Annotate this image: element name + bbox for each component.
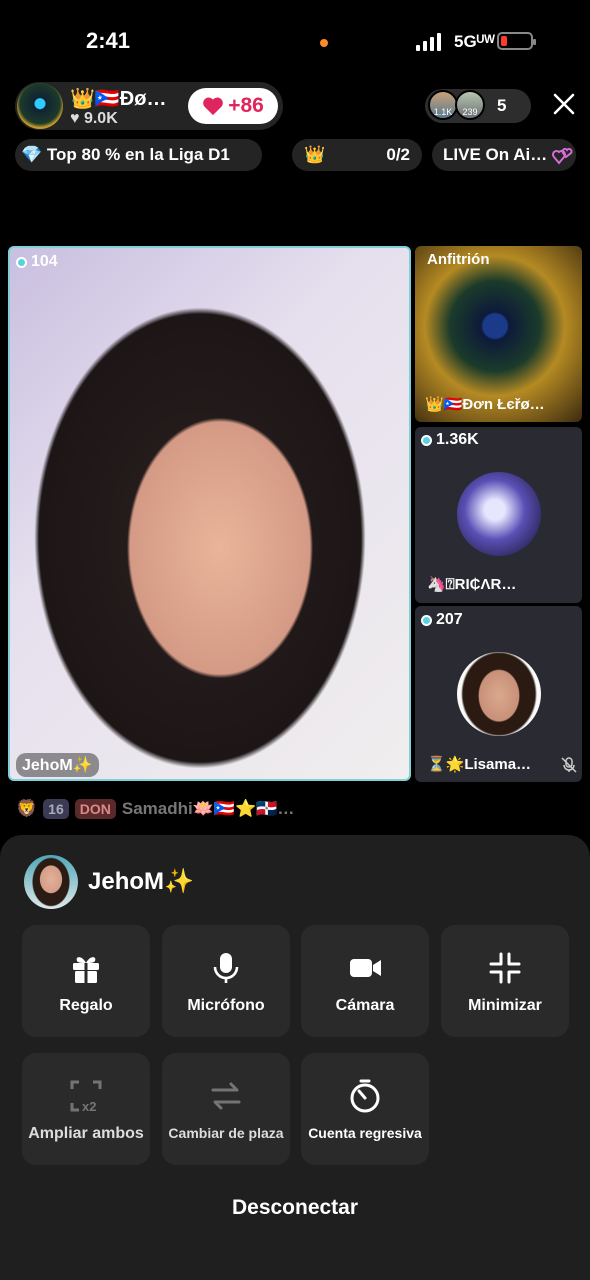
heart-count: +86 [228, 94, 264, 117]
mic-muted-icon [561, 757, 577, 773]
hearts-icon [552, 148, 573, 165]
level-badge: 16 [43, 799, 69, 819]
gem-icon [421, 434, 432, 446]
main-guest-video[interactable]: 104 JehoM✨ [8, 246, 411, 781]
crown-progress: 0/2 [386, 145, 410, 164]
host-tile-label: Anfitrión [427, 251, 490, 268]
guest-avatar [457, 472, 541, 556]
microphone-icon [213, 952, 239, 983]
microphone-label: Micrófono [187, 996, 265, 1014]
follow-heart-button[interactable]: +86 [188, 88, 278, 124]
gem-icon [16, 256, 27, 268]
network-label: 5Gᵁᵂ [454, 32, 495, 51]
badges-text: Samadhi🪷🇵🇷⭐🇩🇴… [121, 799, 295, 818]
countdown-button[interactable]: Cuenta regresiva [301, 1053, 429, 1165]
gem-icon [421, 614, 432, 626]
guest-tile-3-count: 207 [421, 611, 463, 629]
league-rank-chip[interactable]: 💎 Top 80 % en la Liga D1 [15, 139, 262, 171]
swap-arrows-icon [211, 1082, 241, 1109]
timer-icon [350, 1079, 380, 1112]
host-video-tile[interactable]: Anfitrión 👑🇵🇷Đơn Łєřø… [415, 246, 582, 422]
viewer-avatar-label: 239 [462, 107, 478, 117]
guest-tile-2-name: 🦄⍰RI₵ΛR… [427, 576, 517, 593]
camera-button[interactable]: Cámara [301, 925, 429, 1037]
guest-tile-2[interactable]: 1.36K 🦄⍰RI₵ΛR… [415, 427, 582, 603]
crown-goal-chip[interactable]: 👑 0/2 [292, 139, 422, 171]
camera-label: Cámara [335, 996, 395, 1014]
svg-text:x2: x2 [82, 1099, 96, 1114]
swap-seat-label: Cambiar de plaza [168, 1124, 284, 1141]
host-badges-row: 🦁 16 DON Samadhi🪷🇵🇷⭐🇩🇴… [16, 796, 576, 822]
guest-tile-2-count: 1.36K [421, 431, 479, 449]
minimize-button[interactable]: Minimizar [441, 925, 569, 1037]
main-guest-count: 104 [16, 253, 58, 271]
badge-emblem-icon: 🦁 [16, 799, 38, 818]
signal-icon [416, 33, 441, 51]
guest-tile-3-count-value: 207 [436, 611, 463, 628]
recording-dot-icon [320, 39, 328, 47]
guest-tile-3-name: ⏳🌟Lisama… [427, 756, 532, 773]
expand-x2-icon: x2 [70, 1080, 102, 1114]
gift-icon [73, 956, 99, 983]
guest-name: JehoM✨ [88, 868, 194, 895]
viewer-avatar[interactable]: 239 [455, 90, 485, 120]
viewer-count: 5 [497, 96, 507, 115]
minimize-label: Minimizar [468, 996, 542, 1014]
guest-avatar [24, 855, 78, 909]
live-on-label: LIVE On Ai… [443, 145, 548, 164]
live-on-chip[interactable]: LIVE On Ai… [432, 139, 576, 171]
expand-both-label: Ampliar ambos [28, 1124, 144, 1142]
guest-avatar [457, 652, 541, 736]
viewer-avatar-label: 1.1K [433, 107, 453, 117]
host-likes: ♥ 9.0K [70, 110, 118, 127]
guest-tile-2-count-value: 1.36K [436, 431, 479, 448]
main-guest-name: JehoM✨ [16, 753, 99, 777]
gift-button[interactable]: Regalo [22, 925, 150, 1037]
host-name: 👑🇵🇷Đø… [70, 88, 167, 110]
league-rank-label: 💎 Top 80 % en la Liga D1 [21, 145, 230, 164]
countdown-label: Cuenta regresiva [308, 1124, 422, 1141]
guest-tile-3[interactable]: 207 ⏳🌟Lisama… [415, 606, 582, 782]
minimize-icon [489, 952, 521, 983]
battery-icon [497, 32, 536, 50]
crown-icon: 👑 [304, 145, 326, 164]
expand-both-button[interactable]: x2 Ampliar ambos [22, 1053, 150, 1165]
disconnect-button[interactable]: Desconectar [0, 1196, 590, 1220]
gift-label: Regalo [59, 996, 113, 1014]
video-camera-icon [350, 958, 381, 977]
microphone-button[interactable]: Micrófono [162, 925, 290, 1037]
main-guest-count-value: 104 [31, 253, 58, 270]
fan-club-badge: DON [74, 799, 116, 819]
host-tile-name: 👑🇵🇷Đơn Łєřø… [425, 396, 545, 413]
status-time: 2:41 [86, 28, 131, 53]
swap-seat-button[interactable]: Cambiar de plaza [162, 1053, 290, 1165]
host-avatar[interactable] [17, 83, 63, 129]
viewer-avatar[interactable]: 1.1K [428, 90, 458, 120]
close-icon[interactable] [552, 92, 576, 116]
heart-icon [203, 97, 224, 116]
